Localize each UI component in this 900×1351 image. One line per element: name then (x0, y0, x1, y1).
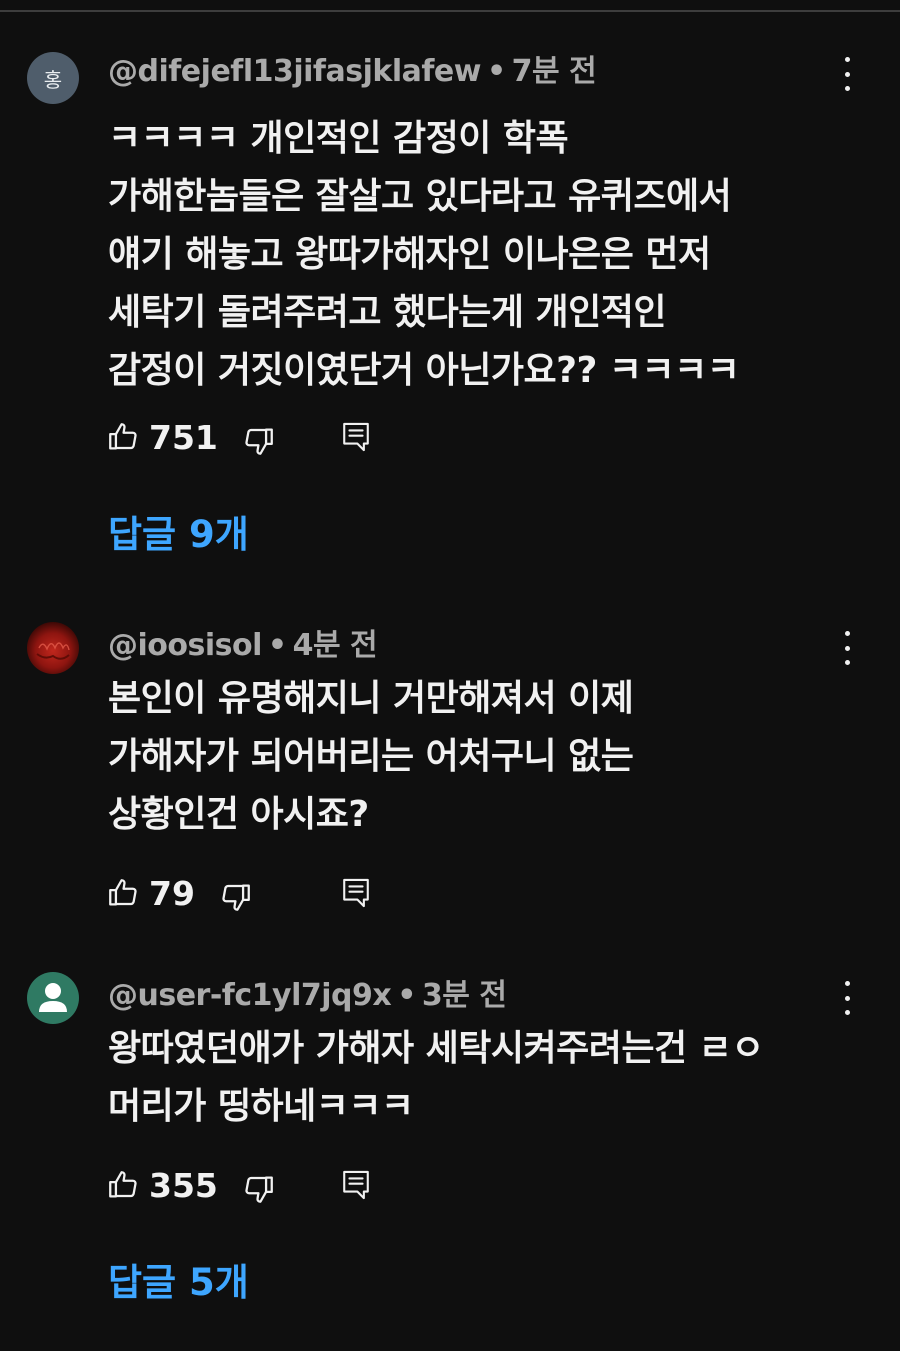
comment-line: 세탁기 돌려주려고 했다는게 개인적인 (108, 292, 667, 333)
more-options-button[interactable] (836, 981, 858, 1015)
thumbs-down-icon (245, 1176, 273, 1203)
author-handle[interactable]: @ioosisol (108, 628, 262, 663)
comment-item: @ioosisol • 4분 전 본인이 유명해지니 거만해져서 이제 가해자가 되… (0, 622, 900, 926)
comment-line: 왕따였던애가 가해자 세탁시켜주려는건 ㄹㅇ (108, 1028, 764, 1069)
like-button[interactable] (106, 876, 140, 910)
comment-meta: @user-fc1yl7jq9x • 3분 전 (108, 976, 507, 1016)
default-user-icon (39, 983, 67, 1012)
top-divider (0, 10, 900, 12)
dislike-button[interactable] (242, 1172, 276, 1206)
reply-button[interactable] (340, 1168, 372, 1202)
avatar-image (36, 642, 70, 660)
thumbs-up-icon (109, 1171, 137, 1198)
like-count: 79 (149, 874, 195, 913)
comment-time[interactable]: 3분 전 (422, 978, 507, 1013)
comment-actions: 751 (106, 418, 506, 458)
meta-separator: • (267, 628, 287, 663)
comment-line: 얘기 해놓고 왕따가해자인 이나은은 먼저 (108, 234, 711, 275)
comment-text: ㅋㅋㅋㅋ 개인적인 감정이 학폭 가해한놈들은 잘살고 있다라고 유퀴즈에서 얘… (108, 110, 868, 400)
dislike-button[interactable] (219, 880, 253, 914)
view-replies-link[interactable]: 답글 9개 (108, 510, 249, 560)
more-options-button[interactable] (836, 57, 858, 91)
comment-icon (343, 878, 369, 908)
more-dot (844, 981, 850, 986)
comment-text: 본인이 유명해지니 거만해져서 이제 가해자가 되어버리는 어처구니 없는 상황… (108, 670, 868, 844)
more-dot (844, 645, 850, 651)
thumbs-up-icon (109, 423, 137, 450)
comment-meta: @ioosisol • 4분 전 (108, 626, 378, 666)
thumbs-down-icon (245, 428, 273, 455)
author-handle[interactable]: @user-fc1yl7jq9x (108, 978, 392, 1013)
comment-actions: 79 (106, 874, 506, 914)
author-handle[interactable]: @difejefl13jifasjklafew (108, 54, 481, 89)
comment-time[interactable]: 7분 전 (512, 54, 597, 89)
like-button[interactable] (106, 1168, 140, 1202)
more-options-button[interactable] (836, 631, 858, 665)
comment-line: 감정이 거짓이였단거 아닌가요?? ㅋㅋㅋㅋ (108, 350, 740, 391)
comment-icon (343, 422, 369, 452)
dislike-button[interactable] (242, 424, 276, 458)
reply-button[interactable] (340, 876, 372, 910)
thumbs-up-icon (109, 879, 137, 906)
like-button[interactable] (106, 420, 140, 454)
comment-icon (343, 1170, 369, 1200)
meta-separator: • (397, 978, 416, 1013)
comment-item: 홍 @difejefl13jifasjklafew • 7분 전 ㅋㅋㅋㅋ 개인적인… (0, 52, 900, 572)
thumbs-down-icon (222, 884, 250, 911)
comment-line: 본인이 유명해지니 거만해져서 이제 (108, 678, 634, 719)
avatar-letter: 홍 (43, 67, 63, 92)
meta-separator: • (486, 54, 506, 89)
comment-line: 가해한놈들은 잘살고 있다라고 유퀴즈에서 (108, 176, 732, 217)
view-replies-link[interactable]: 답글 5개 (108, 1258, 249, 1308)
avatar[interactable] (27, 972, 79, 1024)
comment-line: ㅋㅋㅋㅋ 개인적인 감정이 학폭 (108, 118, 569, 159)
more-dot (844, 660, 850, 665)
comment-text: 왕따였던애가 가해자 세탁시켜주려는건 ㄹㅇ 머리가 띵하네ㅋㅋㅋ (108, 1020, 868, 1136)
avatar[interactable] (27, 622, 79, 674)
comment-actions: 355 (106, 1166, 506, 1206)
comment-line: 머리가 띵하네ㅋㅋㅋ (108, 1086, 414, 1127)
comment-time[interactable]: 4분 전 (293, 628, 378, 663)
more-dot (844, 71, 850, 77)
more-dot (844, 1010, 850, 1015)
more-dot (844, 631, 850, 636)
more-dot (844, 995, 850, 1001)
comment-line: 상황인건 아시죠? (108, 794, 369, 835)
comment-item: @user-fc1yl7jq9x • 3분 전 왕따였던애가 가해자 세탁시켜주려는… (0, 972, 900, 1316)
like-count: 355 (149, 1166, 218, 1205)
more-dot (844, 57, 850, 62)
comment-line: 가해자가 되어버리는 어처구니 없는 (108, 736, 634, 777)
comment-meta: @difejefl13jifasjklafew • 7분 전 (108, 52, 597, 92)
like-count: 751 (149, 418, 218, 457)
reply-button[interactable] (340, 420, 372, 454)
avatar[interactable]: 홍 (27, 52, 79, 104)
more-dot (844, 86, 850, 91)
